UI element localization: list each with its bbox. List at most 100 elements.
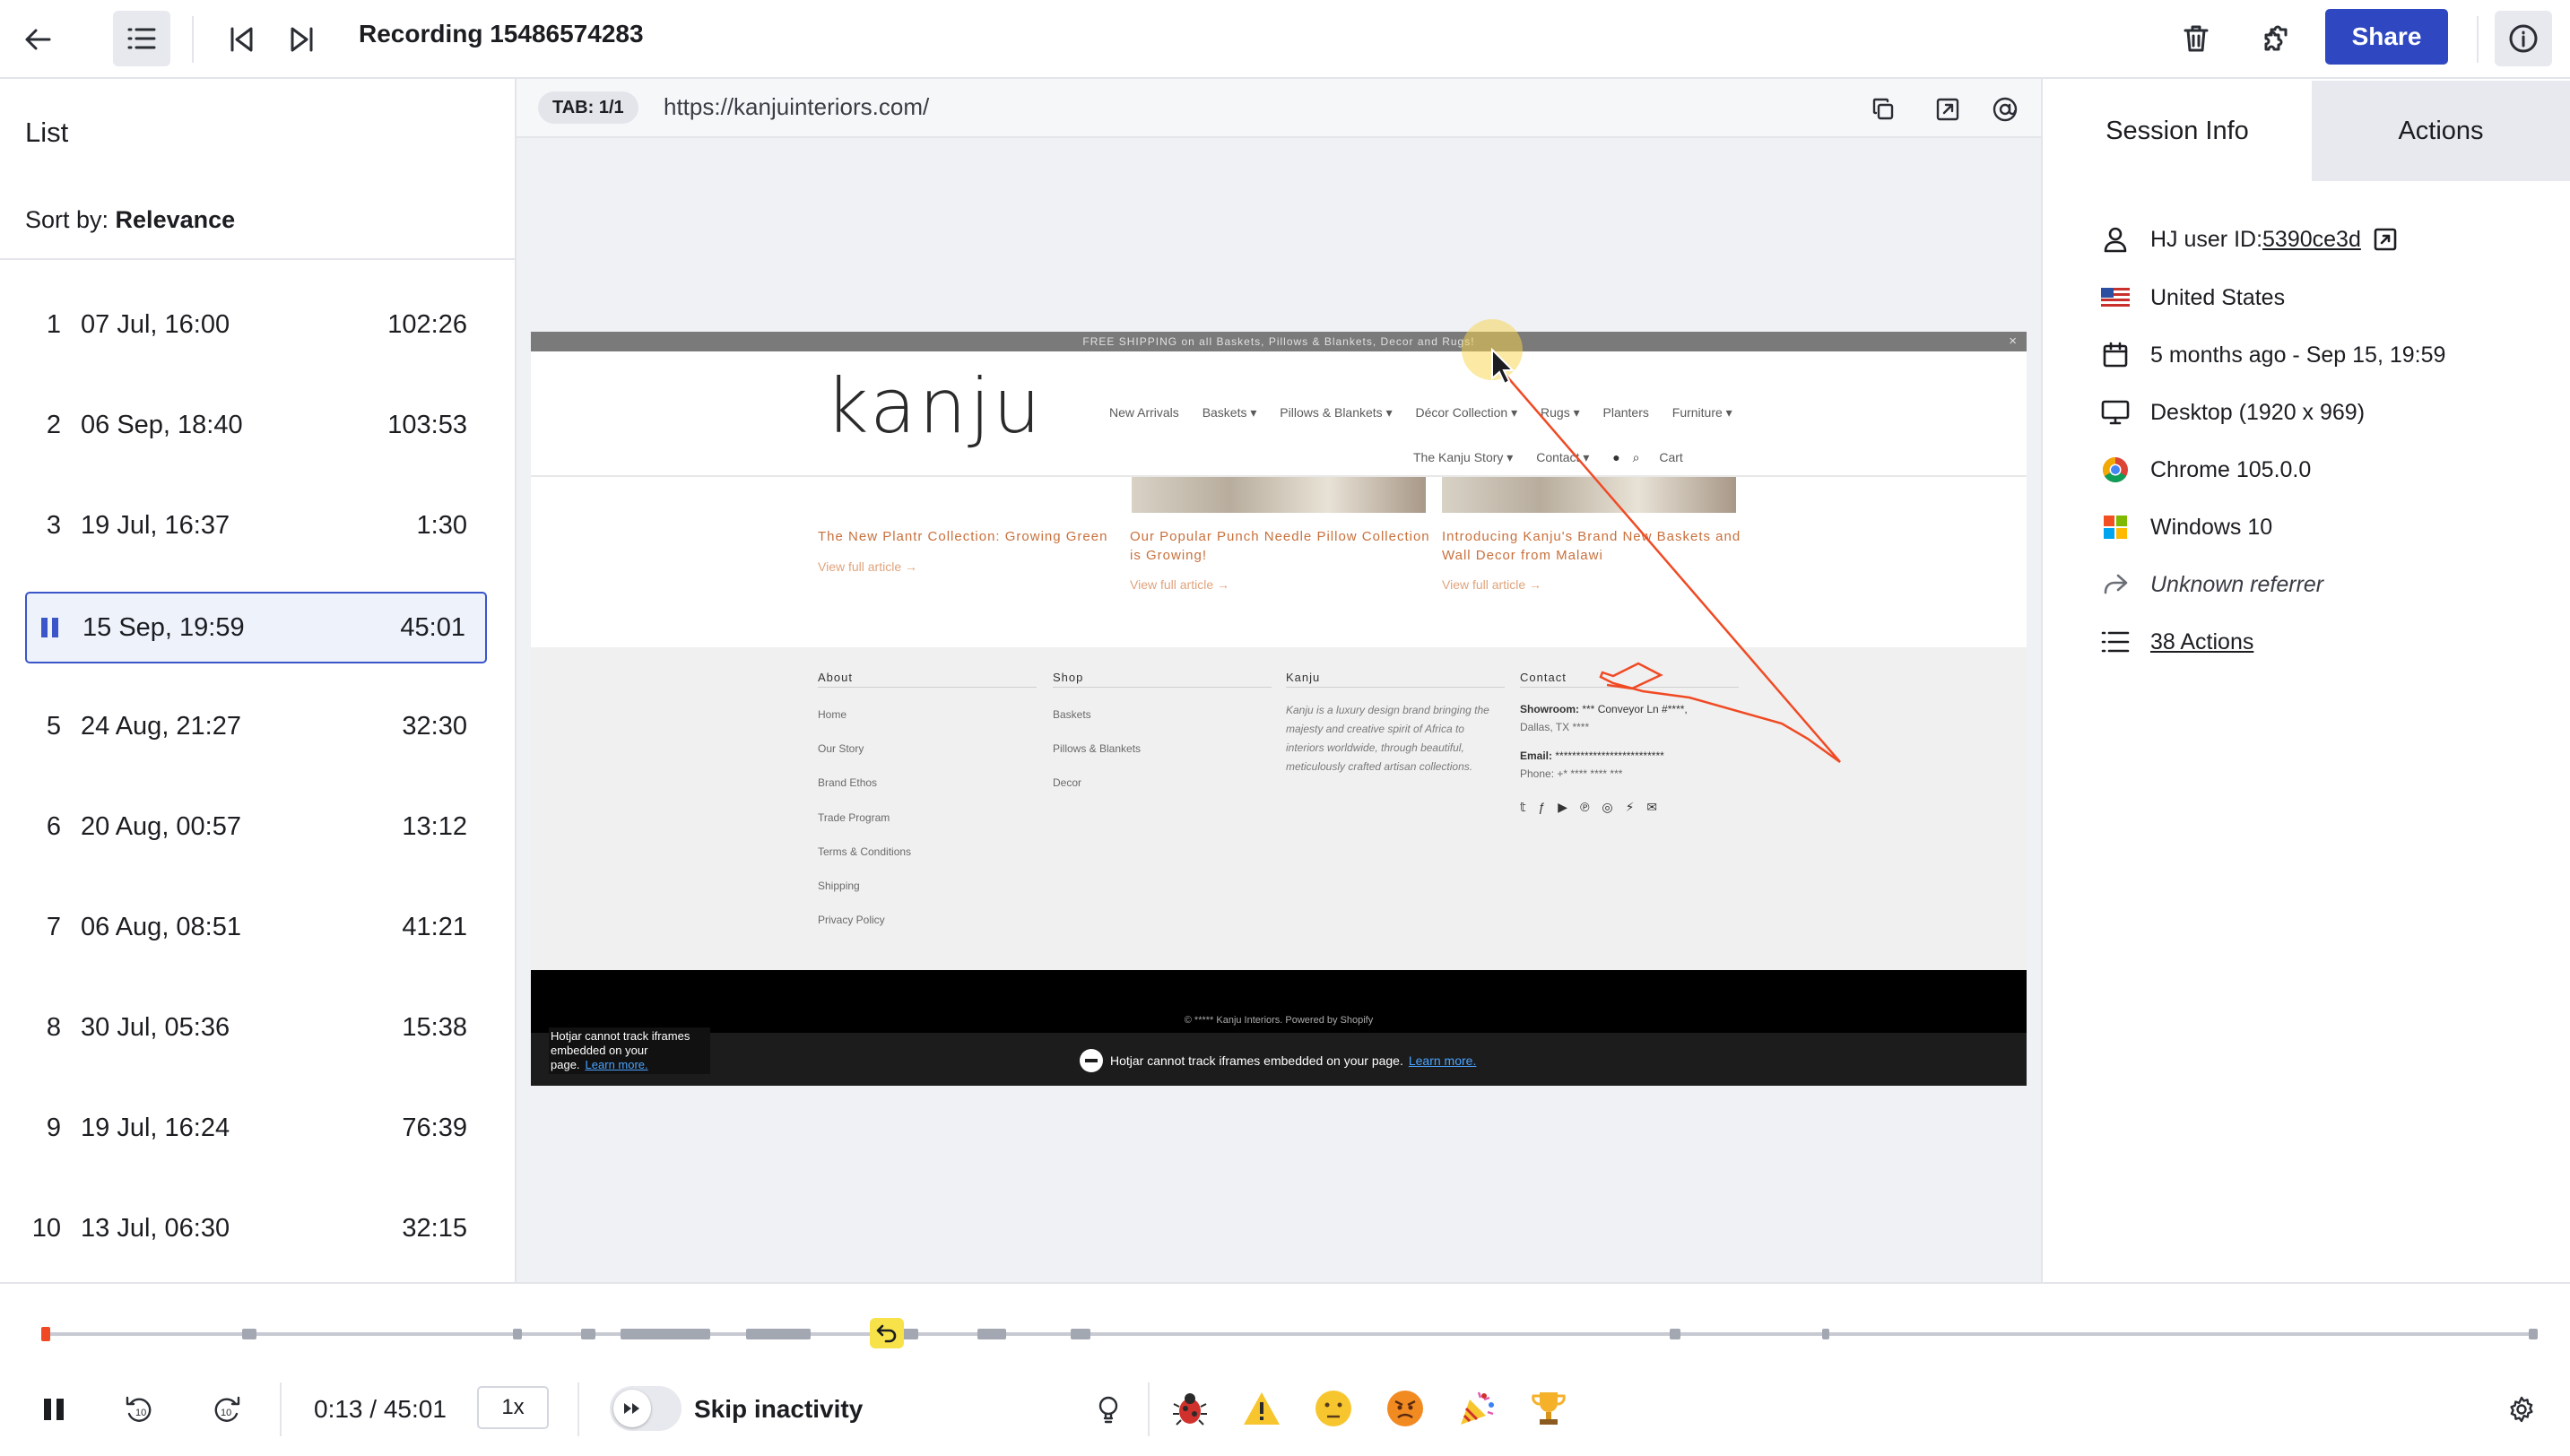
lightbulb-icon[interactable] xyxy=(1089,1390,1128,1429)
list-toggle-icon[interactable] xyxy=(113,11,170,66)
row-number: 8 xyxy=(46,1012,61,1042)
settings-gear-icon[interactable] xyxy=(2502,1390,2541,1429)
pause-icon[interactable] xyxy=(32,1388,75,1431)
divider xyxy=(1148,1382,1150,1436)
back-arrow-icon[interactable] xyxy=(16,18,59,61)
divider xyxy=(577,1382,579,1436)
list-item[interactable]: 1 07 Jul, 16:00 102:26 xyxy=(25,289,487,360)
row-duration: 13:12 xyxy=(402,811,467,841)
list-item[interactable]: 3 19 Jul, 16:37 1:30 xyxy=(25,490,487,561)
forward-10-icon[interactable]: 10 xyxy=(204,1388,247,1431)
row-date: 07 Jul, 16:00 xyxy=(81,309,230,339)
sort-value: Relevance xyxy=(115,206,236,233)
learn-more-link[interactable]: Learn more. xyxy=(1409,1053,1476,1068)
tab-session-info[interactable]: Session Info xyxy=(2043,81,2312,181)
timeline-segment xyxy=(513,1329,522,1339)
row-date: 19 Jul, 16:24 xyxy=(81,1113,230,1142)
info-device: Desktop (1920 x 969) xyxy=(2098,394,2365,430)
user-icon xyxy=(2098,224,2132,255)
row-number: 7 xyxy=(46,912,61,941)
divider xyxy=(2477,16,2479,63)
skip-inactivity-label: Skip inactivity xyxy=(694,1395,864,1423)
info-icon[interactable] xyxy=(2495,11,2552,66)
timeline-segment xyxy=(746,1329,811,1339)
next-recording-icon[interactable] xyxy=(282,20,321,59)
timeline-segment xyxy=(621,1329,710,1339)
cursor-trail-overlay xyxy=(1462,319,1841,764)
desktop-icon xyxy=(2098,397,2132,428)
tab-actions[interactable]: Actions xyxy=(2312,81,2570,181)
site-bottom-bar: © ***** Kanju Interiors. Powered by Shop… xyxy=(531,970,2027,1086)
list-item[interactable]: 7 06 Aug, 08:51 41:21 xyxy=(25,891,487,963)
angry-face-icon[interactable] xyxy=(1383,1386,1428,1431)
trash-icon[interactable] xyxy=(2175,18,2217,59)
learn-more-link[interactable]: Learn more. xyxy=(586,1058,648,1071)
list-icon xyxy=(2098,627,2132,657)
timeline-segment xyxy=(1822,1329,1829,1339)
browser-value: Chrome 105.0.0 xyxy=(2150,456,2312,482)
sort-selector[interactable]: Sort by: Relevance xyxy=(25,206,235,234)
row-number: 1 xyxy=(46,309,61,339)
bug-icon[interactable] xyxy=(1168,1386,1212,1431)
list-item[interactable]: 9 19 Jul, 16:24 76:39 xyxy=(25,1092,487,1164)
integration-puzzle-icon[interactable] xyxy=(2254,18,2296,59)
playback-speed-button[interactable]: 1x xyxy=(477,1386,549,1429)
row-date: 30 Jul, 05:36 xyxy=(81,1012,230,1042)
us-flag-icon xyxy=(2098,282,2132,313)
info-os: Windows 10 xyxy=(2098,509,2272,545)
warning-icon[interactable] xyxy=(1239,1386,1284,1431)
actions-link[interactable]: 38 Actions xyxy=(2150,629,2253,655)
country-value: United States xyxy=(2150,284,2286,310)
playhead-marker[interactable] xyxy=(41,1327,50,1341)
list-item[interactable]: 8 30 Jul, 05:36 15:38 xyxy=(25,992,487,1063)
hotjar-iframe-notice-small: Hotjar cannot track iframes embedded on … xyxy=(549,1027,710,1074)
open-external-icon[interactable] xyxy=(1930,91,1966,127)
list-item[interactable]: 2 06 Sep, 18:40 103:53 xyxy=(25,389,487,461)
tab-badge: TAB: 1/1 xyxy=(538,91,638,124)
divider xyxy=(280,1382,282,1436)
row-number: 10 xyxy=(31,1213,61,1243)
rewind-10-icon[interactable]: 10 xyxy=(118,1388,161,1431)
list-item[interactable]: 10 13 Jul, 06:30 32:15 xyxy=(25,1192,487,1264)
open-external-icon[interactable] xyxy=(2368,224,2402,255)
info-date: 5 months ago - Sep 15, 19:59 xyxy=(2098,337,2445,373)
row-duration: 45:01 xyxy=(400,612,465,642)
row-number: 6 xyxy=(46,811,61,841)
list-item-active[interactable]: 15 Sep, 19:59 45:01 xyxy=(25,592,487,663)
info-browser: Chrome 105.0.0 xyxy=(2098,452,2311,488)
recordings-list-panel: List Sort by: Relevance 1 07 Jul, 16:00 10… xyxy=(0,79,517,1282)
site-copyright: © ***** Kanju Interiors. Powered by Shop… xyxy=(1184,1015,1374,1026)
previous-recording-icon[interactable] xyxy=(222,20,262,59)
share-button[interactable]: Share xyxy=(2325,9,2448,65)
fast-forward-icon[interactable] xyxy=(613,1390,651,1427)
hotjar-iframe-notice: Hotjar cannot track iframes embedded on … xyxy=(1080,1049,1476,1072)
device-value: Desktop (1920 x 969) xyxy=(2150,399,2366,425)
timeline-segment xyxy=(1670,1329,1680,1339)
row-date: 13 Jul, 06:30 xyxy=(81,1213,230,1243)
row-duration: 32:15 xyxy=(402,1213,467,1243)
list-item[interactable]: 6 20 Aug, 00:57 13:12 xyxy=(25,791,487,862)
confused-face-icon[interactable] xyxy=(1311,1386,1356,1431)
copy-icon[interactable] xyxy=(1865,91,1901,127)
social-icons: 𝕥ƒ▶℗◎⚡✉ xyxy=(1520,800,1671,814)
timeline-track[interactable] xyxy=(41,1332,2536,1336)
row-date: 15 Sep, 19:59 xyxy=(82,612,245,642)
mouse-path xyxy=(1498,367,1841,764)
row-duration: 102:26 xyxy=(387,309,467,339)
hj-notice-text: Hotjar cannot track iframes embedded on … xyxy=(1110,1053,1403,1068)
player-bar xyxy=(0,1282,2570,1456)
row-date: 24 Aug, 21:27 xyxy=(81,711,241,741)
trophy-icon[interactable] xyxy=(1526,1386,1571,1431)
u-turn-event-icon[interactable] xyxy=(870,1318,904,1348)
chrome-icon xyxy=(2098,455,2132,485)
row-number: 9 xyxy=(46,1113,61,1142)
list-item[interactable]: 5 24 Aug, 21:27 32:30 xyxy=(25,690,487,762)
mention-icon[interactable] xyxy=(1987,91,2023,127)
row-duration: 76:39 xyxy=(402,1113,467,1142)
row-date: 19 Jul, 16:37 xyxy=(81,510,230,540)
row-number: 3 xyxy=(46,510,61,540)
sort-prefix: Sort by: xyxy=(25,206,116,233)
info-user-id: HJ user ID: 5390ce3d xyxy=(2098,221,2420,257)
party-popper-icon[interactable] xyxy=(1454,1386,1499,1431)
user-id-link[interactable]: 5390ce3d xyxy=(2262,227,2361,253)
